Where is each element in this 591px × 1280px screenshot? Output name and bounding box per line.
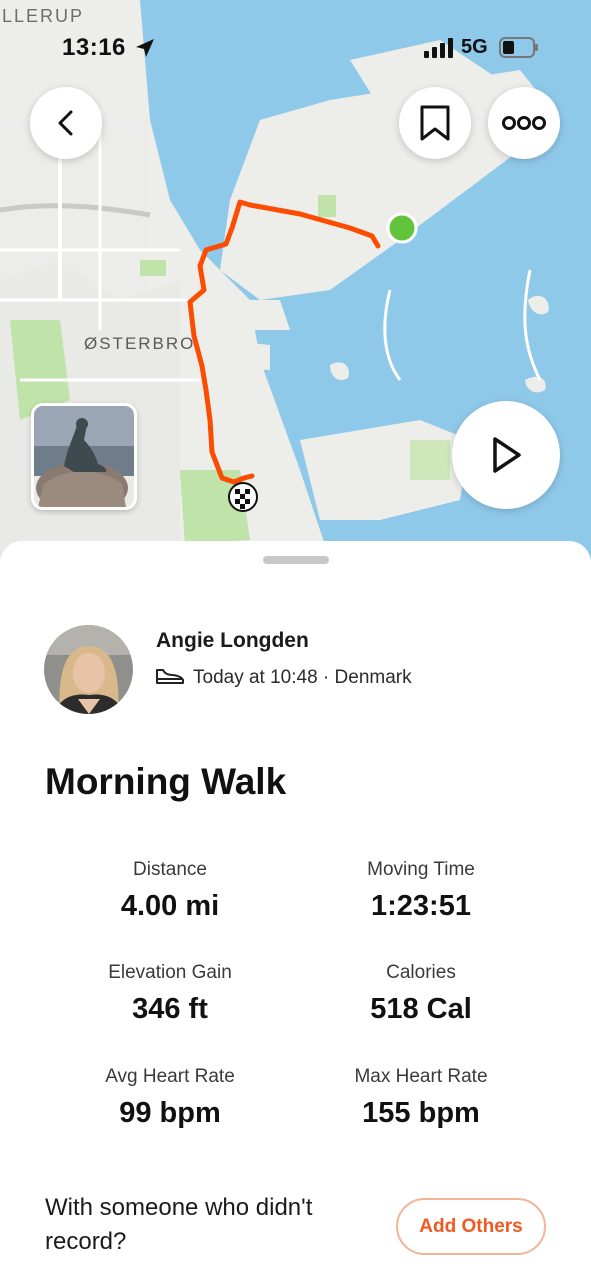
stat-label: Moving Time (367, 859, 475, 880)
stat-label: Distance (133, 859, 207, 880)
stat-label: Max Heart Rate (354, 1066, 488, 1087)
add-others-button[interactable]: Add Others (396, 1198, 546, 1255)
location-arrow-icon (136, 39, 154, 57)
stat-value: 518 Cal (370, 993, 472, 1025)
start-marker (386, 212, 418, 244)
network-type: 5G (461, 36, 488, 58)
stat-moving-time: Moving Time 1:23:51 (291, 859, 551, 923)
stat-label: Avg Heart Rate (105, 1066, 235, 1087)
stat-value: 99 bpm (119, 1097, 221, 1129)
stat-elevation-gain: Elevation Gain 346 ft (40, 962, 300, 1026)
avatar[interactable] (44, 625, 133, 714)
status-time: 13:16 (62, 34, 126, 61)
stat-value: 155 bpm (362, 1097, 480, 1129)
activity-date-location: Today at 10:48 · Denmark (193, 667, 412, 688)
map-label-district: ØSTERBRO (84, 334, 196, 353)
stat-calories: Calories 518 Cal (291, 962, 551, 1026)
chevron-left-icon (58, 110, 73, 136)
stat-label: Elevation Gain (108, 962, 232, 983)
shoe-icon (156, 669, 184, 684)
avatar-image (44, 625, 133, 714)
stat-avg-heart-rate: Avg Heart Rate 99 bpm (40, 1066, 300, 1130)
bookmark-icon (420, 105, 450, 141)
athlete-name[interactable]: Angie Longden (156, 629, 309, 653)
route-map[interactable]: LLERUP ØSTERBRO 13:16 5G (0, 0, 591, 560)
play-icon (493, 437, 521, 473)
more-options-button[interactable] (488, 87, 560, 159)
activity-title: Morning Walk (45, 761, 287, 802)
photo-image (34, 406, 134, 507)
play-flyover-button[interactable] (452, 401, 560, 509)
back-button[interactable] (30, 87, 102, 159)
stat-value: 1:23:51 (371, 890, 471, 922)
more-dots-icon (502, 116, 546, 130)
stat-value: 346 ft (132, 993, 208, 1025)
stat-value: 4.00 mi (120, 890, 220, 922)
finish-flag-icon (228, 482, 258, 512)
activity-details-sheet: Angie Longden Today at 10:48 · Denmark M… (0, 541, 591, 1280)
activity-photo-thumbnail[interactable] (31, 403, 137, 510)
status-bar: 13:16 5G (0, 0, 591, 90)
signal-icon (424, 38, 453, 58)
bookmark-button[interactable] (399, 87, 471, 159)
stat-distance: Distance 4.00 mi (40, 859, 300, 923)
stat-max-heart-rate: Max Heart Rate 155 bpm (291, 1066, 551, 1130)
sheet-grabber[interactable] (263, 556, 329, 564)
stat-label: Calories (386, 962, 456, 983)
battery-icon (499, 37, 538, 58)
add-others-prompt: With someone who didn't record? (45, 1194, 313, 1255)
